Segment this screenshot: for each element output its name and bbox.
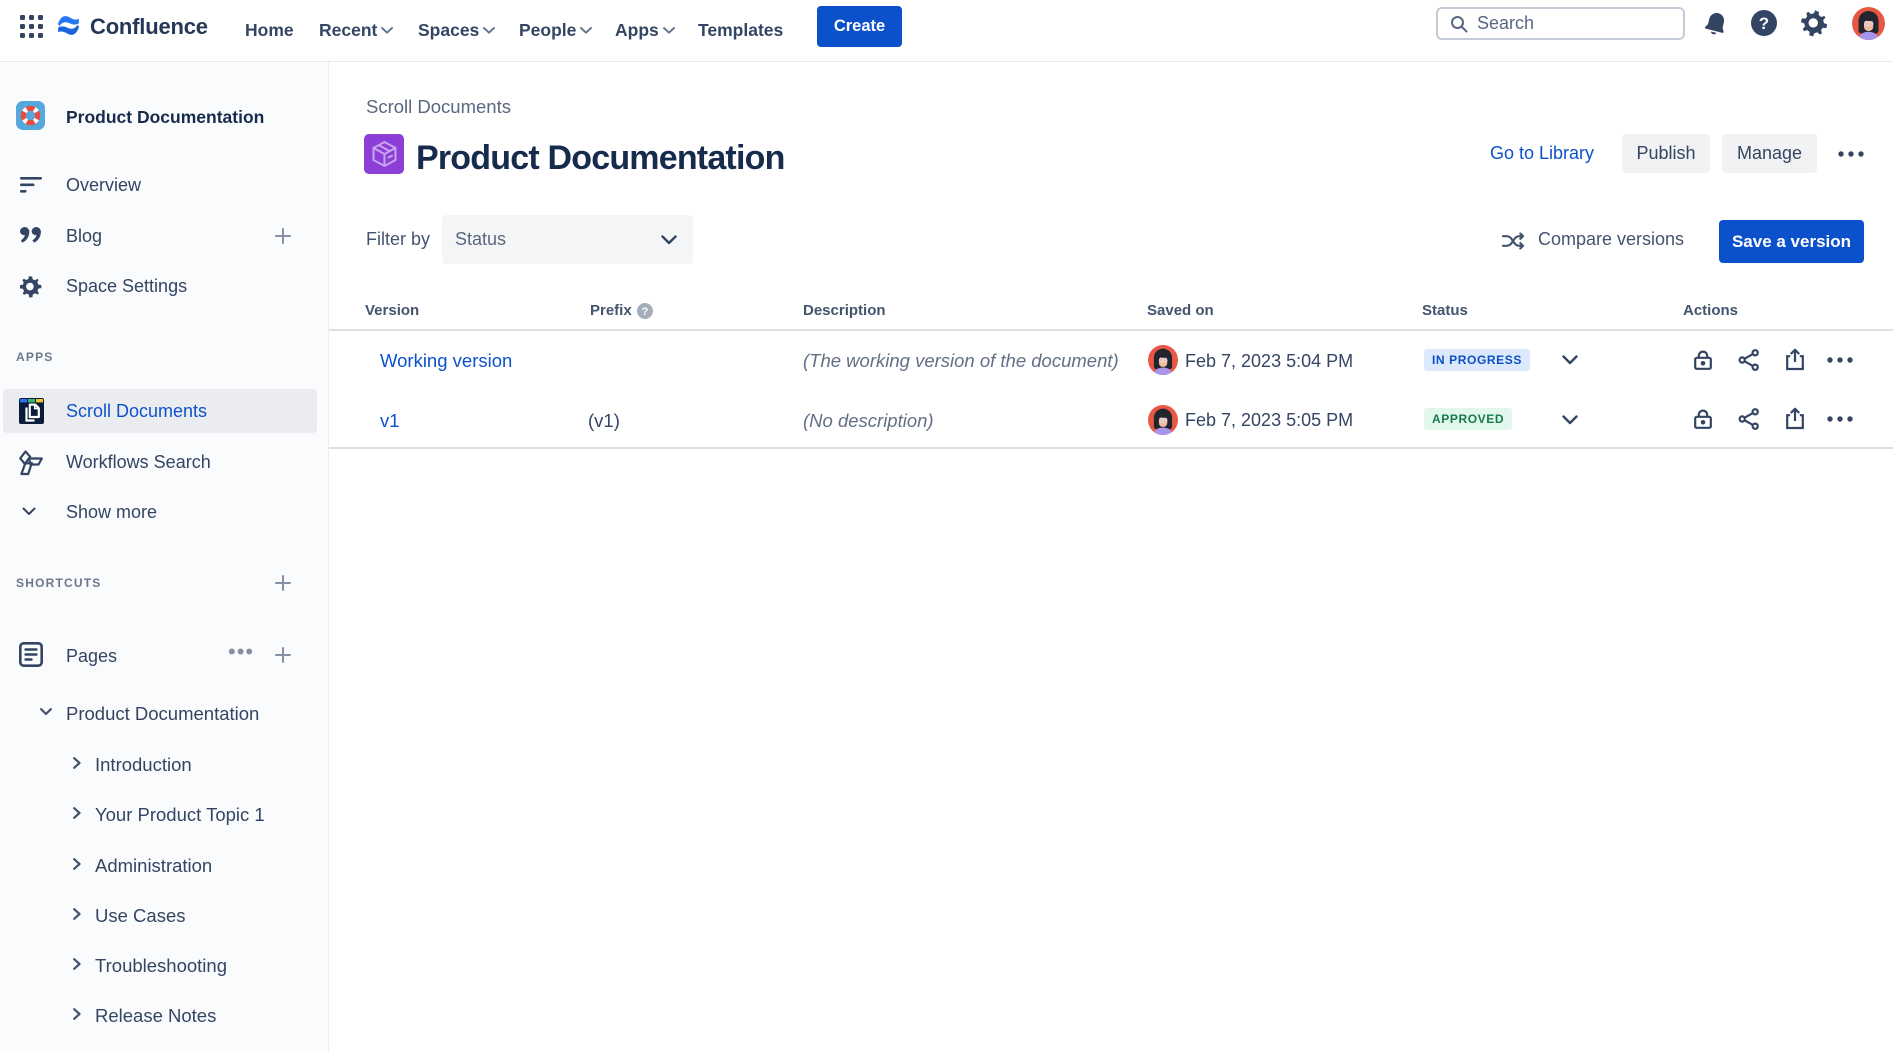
svg-text:?: ? (642, 306, 649, 318)
svg-text:?: ? (1759, 14, 1769, 33)
